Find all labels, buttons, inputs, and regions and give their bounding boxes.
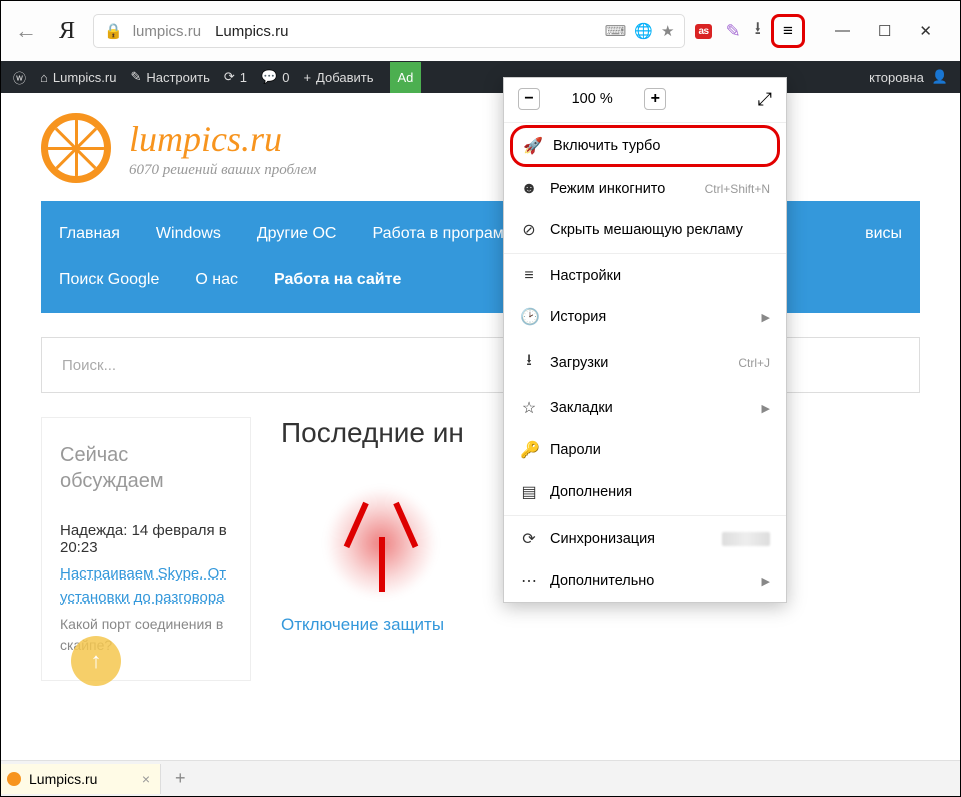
sync-icon: ⟳ — [520, 529, 538, 549]
mask-icon: ☻ — [520, 180, 538, 198]
tab-favicon — [7, 772, 21, 786]
menu-sync[interactable]: ⟳ Синхронизация — [504, 518, 786, 560]
search-input[interactable]: Поиск... — [41, 337, 920, 393]
lastfm-icon[interactable]: as — [695, 24, 711, 39]
fullscreen-icon[interactable]: ⤢ — [758, 89, 772, 110]
comment-link[interactable]: Настраиваем Skype. От установки до разго… — [60, 562, 232, 610]
maximize-button[interactable]: ☐ — [878, 22, 891, 40]
chevron-right-icon: ▶ — [762, 575, 770, 588]
nav-services-partial[interactable]: висы — [847, 211, 920, 257]
menu-hide-ads[interactable]: ⊘ Скрыть мешающую рекламу — [504, 209, 786, 251]
address-icons: ⌨ 🌐 ★ — [605, 22, 675, 40]
nav-home[interactable]: Главная — [41, 211, 138, 257]
sidebar-heading: Сейчас обсуждаем — [60, 442, 232, 494]
tab-title: Lumpics.ru — [29, 771, 97, 787]
more-icon: ⋯ — [520, 571, 538, 591]
feather-extension-icon[interactable]: ✎ — [726, 21, 741, 42]
translate-icon[interactable]: ⌨ — [605, 22, 627, 40]
globe-icon[interactable]: 🌐 — [634, 22, 653, 40]
comment-meta: Надежда: 14 февраля в 20:23 — [60, 522, 232, 556]
menu-downloads[interactable]: ⭳ Загрузки Ctrl+J — [504, 338, 786, 387]
yandex-logo-icon[interactable]: Я — [51, 18, 83, 45]
avatar-icon: 👤 — [932, 69, 948, 85]
wp-ad-badge[interactable]: Ad — [390, 62, 422, 93]
menu-turbo[interactable]: 🚀 Включить турбо — [510, 125, 780, 167]
key-icon: 🔑 — [520, 440, 538, 460]
card-title: Отключение защиты — [281, 615, 481, 635]
menu-passwords[interactable]: 🔑 Пароли — [504, 429, 786, 471]
menu-incognito[interactable]: ☻ Режим инкогнито Ctrl+Shift+N — [504, 169, 786, 209]
tab-strip: Lumpics.ru × + — [1, 760, 960, 796]
zoom-in-button[interactable]: + — [644, 88, 666, 110]
toolbar-extensions: as ✎ ⭳ — [695, 16, 761, 46]
window-controls: — ☐ ✕ — [815, 22, 950, 40]
rocket-icon: 🚀 — [523, 136, 541, 156]
close-button[interactable]: ✕ — [919, 22, 932, 40]
main-nav: Главная Windows Другие ОС Работа в прогр… — [41, 201, 920, 313]
address-domain: lumpics.ru — [133, 23, 201, 40]
zoom-out-button[interactable]: − — [518, 88, 540, 110]
scroll-to-top-button[interactable]: ↑ — [71, 636, 121, 686]
download-icon: ⭳ — [520, 349, 538, 376]
zoom-level: 100 % — [572, 91, 613, 107]
sync-account-blurred — [722, 532, 770, 546]
wp-site-link[interactable]: ⌂ Lumpics.ru — [40, 70, 116, 85]
minimize-button[interactable]: — — [835, 22, 850, 40]
menu-more[interactable]: ⋯ Дополнительно ▶ — [504, 560, 786, 602]
lock-icon: 🔒 — [104, 22, 123, 40]
wp-logo-icon[interactable]: ⓦ — [13, 68, 26, 87]
nav-other-os[interactable]: Другие ОС — [239, 211, 355, 257]
browser-menu: − 100 % + ⤢ 🚀 Включить турбо ☻ Режим инк… — [503, 77, 787, 603]
menu-settings[interactable]: ≡ Настройки — [504, 256, 786, 296]
wp-admin-bar: ⓦ ⌂ Lumpics.ru ✎ Настроить ⟳ 1 💬 0 + Доб… — [1, 61, 960, 93]
wp-customize[interactable]: ✎ Настроить — [130, 69, 209, 85]
address-title: Lumpics.ru — [215, 23, 288, 40]
new-tab-button[interactable]: + — [161, 768, 200, 789]
browser-toolbar: ← Я 🔒 lumpics.ru Lumpics.ru ⌨ 🌐 ★ as ✎ ⭳… — [1, 1, 960, 61]
site-tagline: 6070 решений ваших проблем — [129, 162, 316, 179]
wp-add-new[interactable]: + Добавить — [303, 70, 373, 85]
chevron-right-icon: ▶ — [762, 402, 770, 415]
bookmark-star-icon[interactable]: ★ — [661, 22, 674, 40]
nav-about[interactable]: О нас — [177, 257, 256, 303]
wp-username-partial: кторовна — [869, 70, 924, 85]
sidebar-widget: Сейчас обсуждаем Надежда: 14 февраля в 2… — [41, 417, 251, 681]
menu-addons[interactable]: ▤ Дополнения — [504, 471, 786, 513]
addons-icon: ▤ — [520, 482, 538, 502]
page-content: lumpics.ru 6070 решений ваших проблем Гл… — [1, 93, 960, 701]
star-icon: ☆ — [520, 398, 538, 418]
nav-jobs[interactable]: Работа на сайте — [256, 257, 419, 303]
site-header: lumpics.ru 6070 решений ваших проблем — [41, 113, 920, 183]
zoom-controls: − 100 % + ⤢ — [504, 78, 786, 120]
tab-close-icon[interactable]: × — [142, 771, 150, 787]
chevron-right-icon: ▶ — [762, 311, 770, 324]
menu-button[interactable]: ≡ — [771, 14, 805, 48]
wp-comments[interactable]: 💬 0 — [261, 69, 289, 85]
clock-icon: 🕑 — [520, 307, 538, 327]
menu-bookmarks[interactable]: ☆ Закладки ▶ — [504, 387, 786, 429]
browser-tab[interactable]: Lumpics.ru × — [1, 764, 161, 794]
wp-user-area[interactable]: кторовна 👤 — [869, 69, 948, 85]
article-card[interactable]: Отключение защиты — [281, 477, 481, 635]
search-placeholder: Поиск... — [62, 357, 116, 374]
menu-history[interactable]: 🕑 История ▶ — [504, 296, 786, 338]
nav-windows[interactable]: Windows — [138, 211, 239, 257]
address-bar[interactable]: 🔒 lumpics.ru Lumpics.ru ⌨ 🌐 ★ — [93, 14, 685, 48]
site-title: lumpics.ru — [129, 118, 316, 160]
downloads-icon[interactable]: ⭳ — [755, 16, 761, 46]
wp-updates[interactable]: ⟳ 1 — [224, 69, 247, 85]
site-logo-icon — [41, 113, 111, 183]
sliders-icon: ≡ — [520, 267, 538, 285]
block-icon: ⊘ — [520, 220, 538, 240]
yandex-browser-icon — [321, 477, 441, 597]
wp-site-name: Lumpics.ru — [53, 70, 117, 85]
nav-google[interactable]: Поиск Google — [41, 257, 177, 303]
back-button[interactable]: ← — [11, 18, 41, 44]
